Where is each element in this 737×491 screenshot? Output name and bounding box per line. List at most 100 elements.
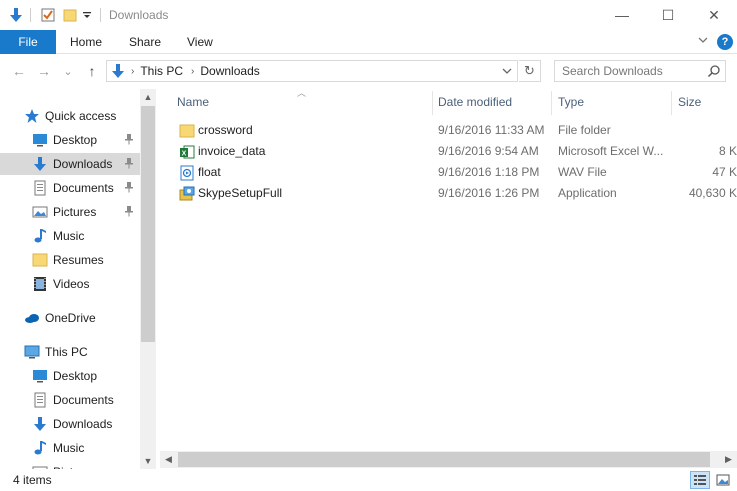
- nav-item-resumes[interactable]: Resumes: [0, 249, 140, 271]
- nav-item-this-pc[interactable]: This PC: [0, 341, 140, 363]
- help-button[interactable]: ?: [717, 34, 733, 50]
- nav-scroll-thumb[interactable]: [141, 106, 155, 342]
- horizontal-scroll-thumb[interactable]: [178, 452, 710, 467]
- large-icons-view-icon[interactable]: [713, 471, 733, 489]
- file-name: crossword: [198, 123, 253, 137]
- music-note-icon: [32, 440, 48, 456]
- pin-icon: [124, 157, 134, 172]
- nav-pane-scrollbar[interactable]: ▲ ▼: [140, 89, 156, 469]
- music-note-icon: [32, 228, 48, 244]
- details-view-icon[interactable]: [690, 471, 710, 489]
- close-button[interactable]: ✕: [691, 0, 737, 30]
- column-size-header[interactable]: Size: [678, 89, 701, 115]
- recent-locations-button[interactable]: ⌄: [62, 61, 74, 81]
- search-box[interactable]: [554, 60, 726, 82]
- desktop-icon: [32, 368, 48, 384]
- breadcrumb-downloads[interactable]: Downloads: [200, 64, 259, 78]
- download-arrow-icon: [107, 61, 129, 81]
- nav-item-downloads[interactable]: Downloads: [0, 153, 140, 175]
- nav-item-label: Desktop: [53, 369, 98, 383]
- folder-icon: [32, 252, 48, 268]
- computer-icon: [24, 344, 40, 360]
- address-history-dropdown[interactable]: [497, 61, 517, 81]
- breadcrumb-this-pc[interactable]: This PC: [140, 64, 183, 78]
- address-row: ← → ⌄ ↑ › This PC › Downloads ↻: [0, 55, 737, 87]
- nav-item-label: Quick access: [45, 109, 117, 123]
- nav-item-videos[interactable]: Videos: [0, 273, 140, 295]
- nav-item-pictures[interactable]: Pictures: [0, 201, 140, 223]
- customize-dropdown-icon[interactable]: [80, 5, 94, 25]
- nav-item-quick-access[interactable]: Quick access: [0, 105, 140, 127]
- pictures-icon: [32, 204, 48, 220]
- documents-icon: [32, 392, 48, 408]
- tab-share[interactable]: Share: [129, 30, 161, 54]
- horizontal-scrollbar[interactable]: ◀ ▶: [160, 451, 737, 468]
- tab-file[interactable]: File: [0, 30, 56, 54]
- audio-file-icon: [178, 164, 195, 181]
- nav-item-label: Desktop: [53, 133, 98, 147]
- pin-icon: [124, 205, 134, 220]
- ribbon-tabs: File Home Share View ?: [0, 30, 737, 54]
- nav-item-desktop[interactable]: Desktop: [0, 365, 140, 387]
- file-name: float: [198, 165, 221, 179]
- pin-icon: [124, 133, 134, 148]
- file-row[interactable]: Xinvoice_data 9/16/2016 9:54 AM Microsoft …: [160, 141, 737, 162]
- tab-home[interactable]: Home: [70, 30, 102, 54]
- minimize-button[interactable]: —: [599, 0, 645, 30]
- refresh-button[interactable]: ↻: [519, 60, 541, 82]
- maximize-button[interactable]: ☐: [645, 0, 691, 30]
- column-type-header[interactable]: Type: [558, 89, 584, 115]
- scroll-up-icon[interactable]: ▲: [140, 89, 156, 105]
- properties-checkmark-icon[interactable]: [38, 5, 58, 25]
- column-header-row: ︿ Name Date modified Type Size: [160, 88, 737, 115]
- up-button[interactable]: ↑: [83, 61, 101, 81]
- pin-icon: [124, 181, 134, 196]
- nav-item-music[interactable]: Music: [0, 437, 140, 459]
- back-button[interactable]: ←: [10, 61, 28, 81]
- file-row[interactable]: SkypeSetupFull 9/16/2016 1:26 PM Applicati…: [160, 183, 737, 204]
- expand-ribbon-icon[interactable]: [697, 34, 709, 49]
- nav-item-downloads[interactable]: Downloads: [0, 413, 140, 435]
- new-folder-icon[interactable]: [60, 5, 80, 25]
- tab-view[interactable]: View: [187, 30, 213, 54]
- column-date-header[interactable]: Date modified: [438, 89, 512, 115]
- nav-item-label: Resumes: [53, 253, 104, 267]
- file-row[interactable]: float 9/16/2016 1:18 PM WAV File 47 K: [160, 162, 737, 183]
- nav-item-label: OneDrive: [45, 311, 96, 325]
- file-type: WAV File: [558, 165, 607, 179]
- address-bar[interactable]: › This PC › Downloads: [106, 60, 518, 82]
- file-date-modified: 9/16/2016 11:33 AM: [438, 123, 545, 137]
- nav-item-label: Music: [53, 229, 85, 243]
- nav-item-pictures[interactable]: Pictures: [0, 461, 140, 469]
- installer-icon: [178, 185, 195, 202]
- file-row[interactable]: crossword 9/16/2016 11:33 AM File folder: [160, 120, 737, 141]
- chevron-right-icon[interactable]: ›: [191, 66, 194, 77]
- nav-item-documents[interactable]: Documents: [0, 389, 140, 411]
- down-arrow-icon[interactable]: [6, 5, 26, 25]
- scroll-down-icon[interactable]: ▼: [140, 453, 156, 469]
- window-title: Downloads: [109, 8, 169, 22]
- title-bar: Downloads — ☐ ✕: [0, 0, 737, 30]
- column-name-header[interactable]: Name: [177, 89, 209, 115]
- file-type: Microsoft Excel W...: [558, 144, 664, 158]
- file-size: 47 K: [712, 165, 737, 179]
- file-size: 8 K: [718, 144, 737, 158]
- nav-item-label: This PC: [45, 345, 88, 359]
- nav-item-music[interactable]: Music: [0, 225, 140, 247]
- search-input[interactable]: [562, 62, 710, 80]
- nav-item-documents[interactable]: Documents: [0, 177, 140, 199]
- file-size: 40,630 K: [688, 186, 737, 200]
- file-name: SkypeSetupFull: [198, 186, 283, 200]
- nav-item-onedrive[interactable]: OneDrive: [0, 307, 140, 329]
- forward-button[interactable]: →: [35, 61, 53, 81]
- cloud-icon: [24, 310, 40, 326]
- svg-text:X: X: [181, 150, 186, 157]
- nav-item-desktop[interactable]: Desktop: [0, 129, 140, 151]
- chevron-right-icon[interactable]: ›: [131, 66, 134, 77]
- search-icon[interactable]: [707, 64, 721, 81]
- scroll-left-icon[interactable]: ◀: [160, 451, 177, 468]
- scroll-right-icon[interactable]: ▶: [720, 451, 737, 468]
- documents-icon: [32, 180, 48, 196]
- file-date-modified: 9/16/2016 9:54 AM: [438, 144, 539, 158]
- file-date-modified: 9/16/2016 1:26 PM: [438, 186, 540, 200]
